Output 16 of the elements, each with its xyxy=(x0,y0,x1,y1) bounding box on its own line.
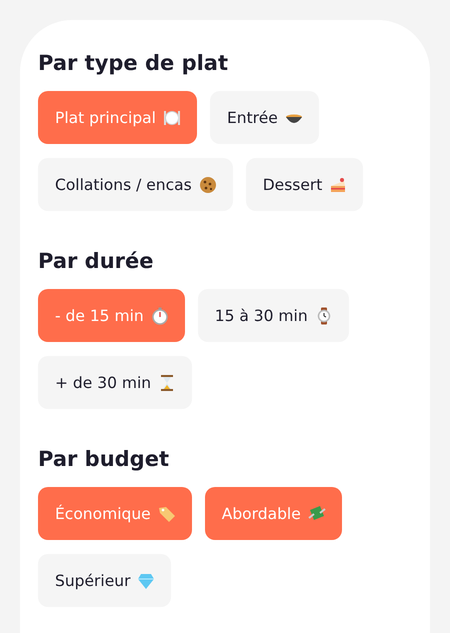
money-icon xyxy=(308,504,326,522)
filter-chip[interactable]: Entrée xyxy=(210,91,319,144)
filter-chip[interactable]: Dessert xyxy=(246,158,364,211)
cookie-icon xyxy=(198,176,217,194)
filter-chip[interactable]: 15 à 30 min xyxy=(198,289,349,342)
stopwatch-icon xyxy=(150,306,169,324)
plate-icon xyxy=(162,108,181,126)
filter-chip[interactable]: + de 30 min xyxy=(38,356,192,409)
filter-chip[interactable]: Collations / encas xyxy=(38,158,233,211)
gem-icon xyxy=(137,572,156,590)
tag-icon xyxy=(158,504,176,522)
section-heading: Par type de plat xyxy=(38,50,230,77)
section-heading: Par budget xyxy=(38,446,170,473)
filter-chip[interactable]: Supérieur xyxy=(38,554,172,607)
cake-slice-icon xyxy=(329,176,348,194)
section-heading: Par durée xyxy=(38,248,154,275)
